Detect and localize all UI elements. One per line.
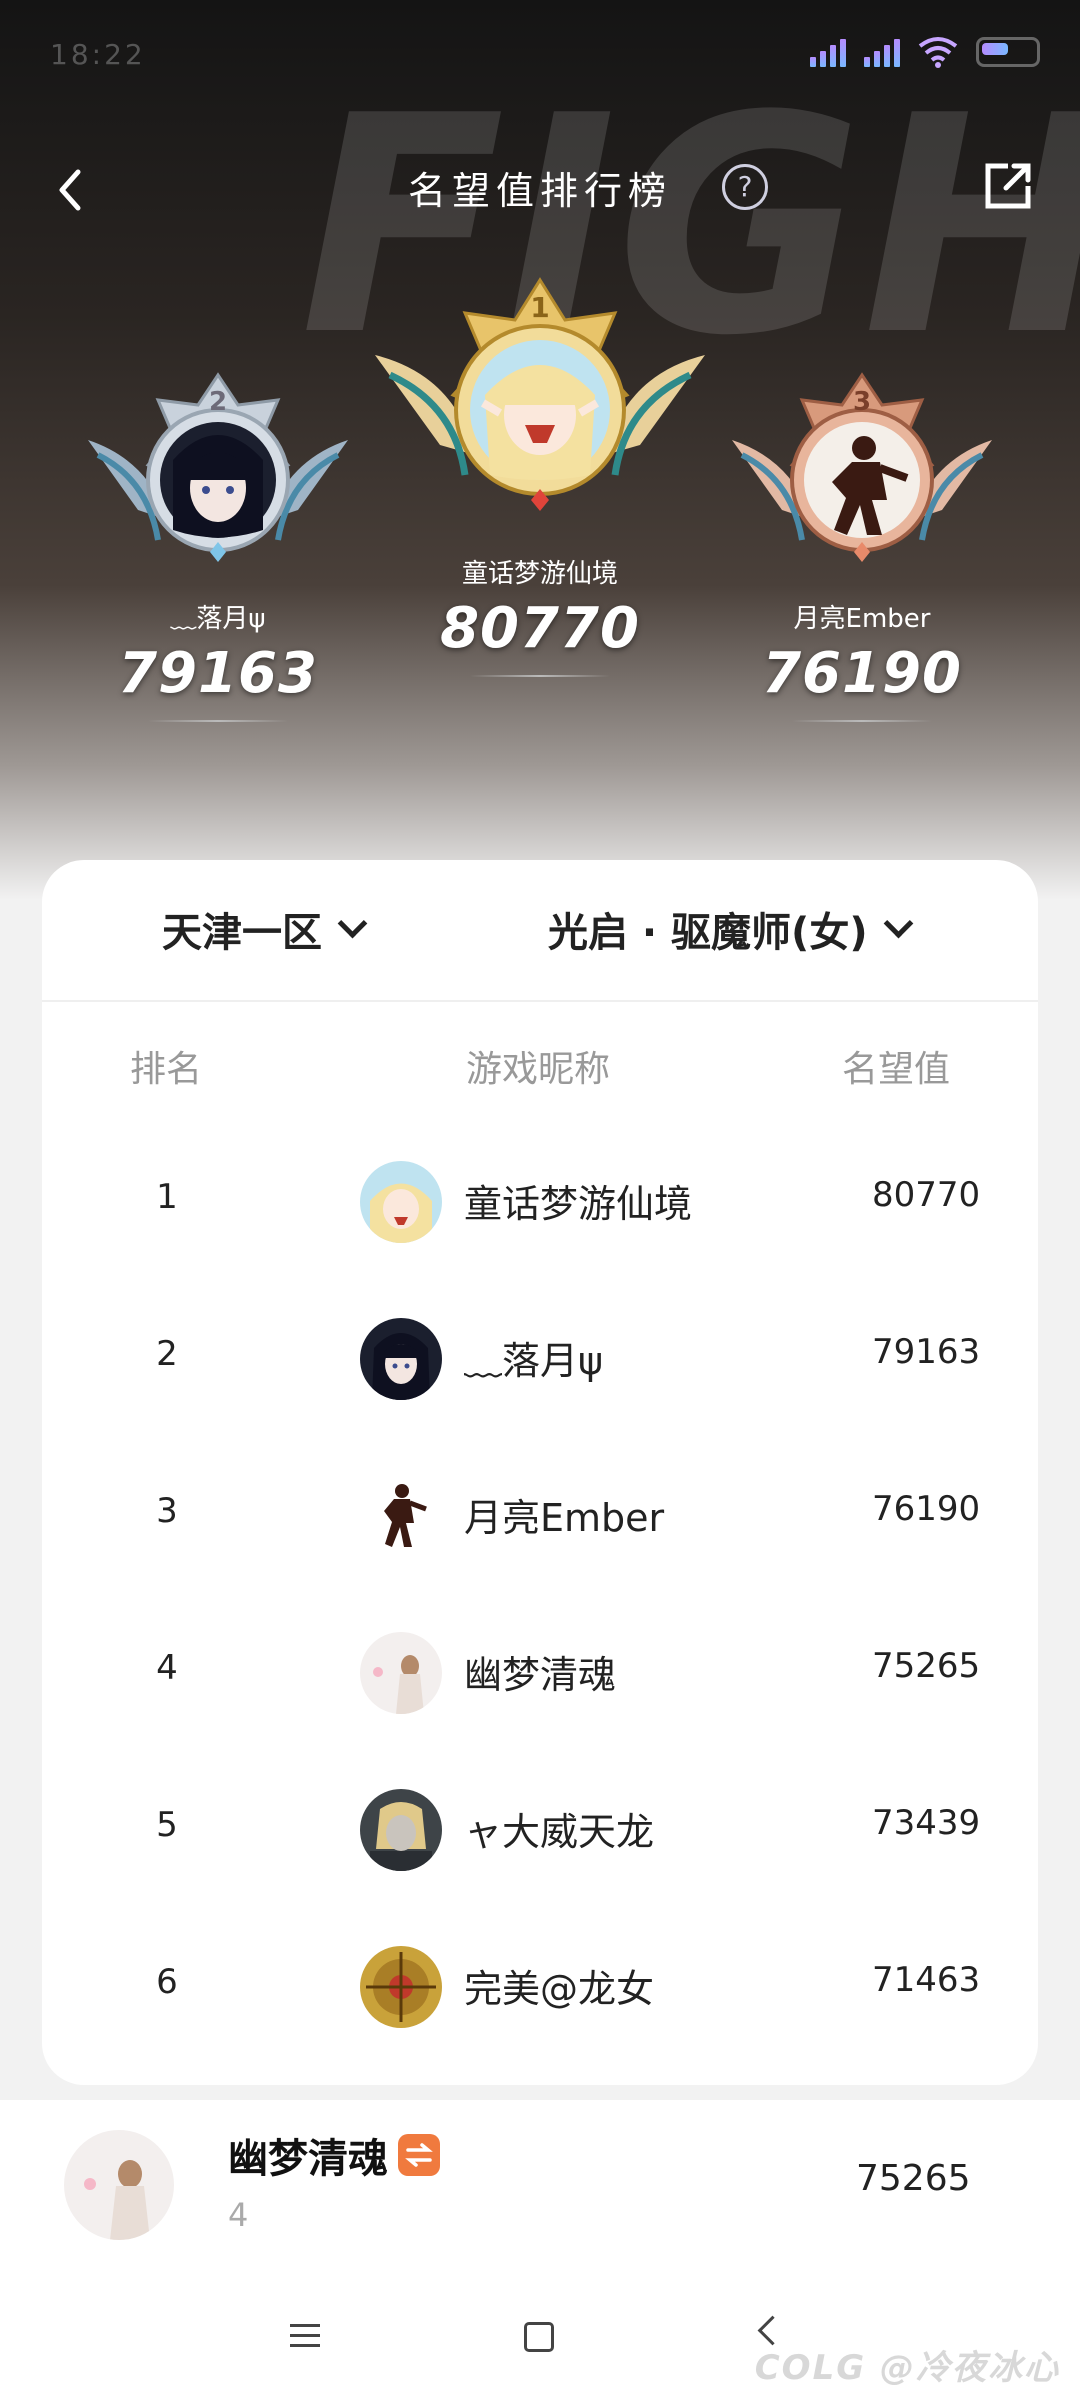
table-row[interactable]: 5 ャ大威天龙 73439: [42, 1753, 1038, 1910]
table-row[interactable]: 2 ﹏落月ψ 79163: [42, 1282, 1038, 1439]
chevron-down-icon: [883, 908, 913, 938]
podium-third-score: 76190: [762, 641, 962, 706]
filter-bar: 天津一区 光启 · 驱魔师(女): [42, 860, 1038, 1002]
header-name: 游戏昵称: [466, 1049, 611, 1090]
header-rank: 排名: [130, 1049, 203, 1090]
svg-text:1: 1: [530, 291, 549, 324]
bronze-medal-icon: 3: [732, 372, 992, 562]
watermark: COLG @冷夜冰心: [754, 2348, 1060, 2388]
status-bar: 18:22: [40, 30, 1040, 80]
avatar: [360, 1161, 442, 1243]
table-header: 排名 游戏昵称 名望值: [42, 1040, 1038, 1100]
my-ranking-bar[interactable]: 幽梦清魂 4 75265: [0, 2100, 1080, 2270]
my-name-row: 幽梦清魂: [228, 2126, 440, 2184]
row-name: 完美@龙女: [464, 1967, 655, 2011]
avatar: [360, 1475, 442, 1557]
row-rank: 3: [156, 1491, 178, 1531]
row-rank: 2: [156, 1334, 178, 1374]
question-circle-icon[interactable]: ?: [722, 164, 768, 210]
row-score: 80770: [872, 1175, 981, 1215]
row-name: 幽梦清魂: [464, 1653, 617, 1697]
row-rank: 6: [156, 1962, 178, 2002]
class-dropdown[interactable]: 光启 · 驱魔师(女): [548, 900, 913, 958]
avatar: [64, 2130, 174, 2240]
my-rank: 4: [228, 2196, 249, 2234]
row-rank: 4: [156, 1648, 178, 1688]
chevron-down-icon: [337, 908, 368, 938]
row-rank: 1: [156, 1177, 178, 1217]
divider: [148, 720, 288, 722]
avatar: [360, 1632, 442, 1714]
podium-first-score: 80770: [440, 596, 640, 661]
podium-first-name: 童话梦游仙境: [461, 559, 618, 589]
svg-text:3: 3: [853, 387, 871, 417]
wifi-icon: [918, 37, 958, 68]
avatar: [360, 1789, 442, 1871]
row-name: ャ大威天龙: [464, 1810, 655, 1854]
header-score: 名望值: [842, 1049, 951, 1090]
row-name: ﹏落月ψ: [464, 1339, 604, 1383]
divider: [470, 675, 610, 677]
podium-third-name: 月亮Ember: [793, 604, 931, 634]
row-name: 童话梦游仙境: [464, 1182, 693, 1226]
table-row[interactable]: 3 月亮Ember 76190: [42, 1439, 1038, 1596]
table-row[interactable]: 6 完美@龙女 71463: [42, 1910, 1038, 2067]
divider: [792, 720, 932, 722]
page-title: 名望值排行榜: [407, 169, 672, 213]
signal-icon: [864, 37, 900, 67]
row-score: 73439: [872, 1803, 981, 1843]
menu-icon[interactable]: [290, 2324, 320, 2354]
class-dropdown-label: 光启 · 驱魔师(女): [548, 910, 868, 956]
swap-arrows-icon: [398, 2134, 440, 2176]
avatar: [360, 1946, 442, 2028]
podium-second-name: ﹏落月ψ: [170, 604, 266, 634]
row-score: 76190: [872, 1489, 981, 1529]
podium-second[interactable]: 2 ﹏落月ψ 79163: [68, 370, 368, 722]
home-icon[interactable]: [524, 2322, 554, 2352]
share-icon[interactable]: [978, 156, 1038, 216]
avatar: [360, 1318, 442, 1400]
row-score: 75265: [872, 1646, 981, 1686]
podium-third[interactable]: 3 月亮Ember 76190: [712, 370, 1012, 722]
row-name: 月亮Ember: [464, 1496, 665, 1540]
status-time: 18:22: [50, 38, 146, 71]
my-name: 幽梦清魂: [228, 2136, 388, 2182]
table-row[interactable]: 1 童话梦游仙境 80770: [42, 1125, 1038, 1282]
podium-second-score: 79163: [118, 641, 318, 706]
signal-icon: [810, 37, 846, 67]
row-score: 71463: [872, 1960, 981, 2000]
server-dropdown-label: 天津一区: [162, 910, 322, 956]
svg-text:2: 2: [209, 387, 227, 417]
podium-first[interactable]: 1 童话梦游仙境 80770: [360, 275, 720, 677]
battery-icon: [976, 37, 1040, 67]
silver-medal-icon: 2: [88, 372, 348, 562]
my-score: 75265: [856, 2158, 971, 2199]
server-dropdown[interactable]: 天津一区: [162, 900, 368, 958]
gold-medal-icon: 1: [375, 277, 705, 511]
table-row[interactable]: 4 幽梦清魂 75265: [42, 1596, 1038, 1753]
row-score: 79163: [872, 1332, 981, 1372]
row-rank: 5: [156, 1805, 178, 1845]
ranking-card: 天津一区 光启 · 驱魔师(女) 排名 游戏昵称 名望值 1 童话梦游仙境 80…: [42, 860, 1038, 2085]
nav-bar: 名望值排行榜 ?: [0, 150, 1080, 230]
